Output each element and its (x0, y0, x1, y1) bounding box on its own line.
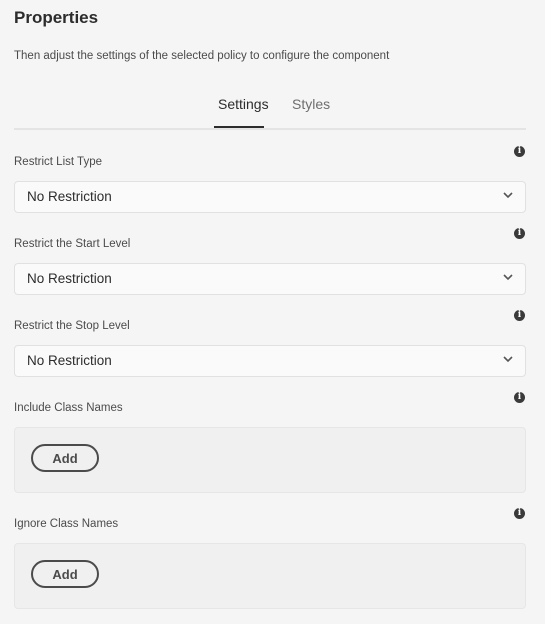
ignore-class-add-button[interactable]: Add (31, 560, 99, 588)
tab-settings[interactable]: Settings (218, 96, 269, 112)
ignore-class-label: Ignore Class Names (14, 518, 119, 530)
include-class-multifield: Add (14, 427, 526, 493)
include-class-add-button[interactable]: Add (31, 444, 99, 472)
list-type-value: No Restriction (27, 189, 112, 204)
info-icon[interactable]: i (514, 228, 525, 239)
chevron-down-icon (503, 274, 513, 281)
list-type-select[interactable]: No Restriction (14, 181, 526, 213)
start-level-label: Restrict the Start Level (14, 238, 131, 250)
chevron-down-icon (503, 356, 513, 363)
tab-bar: Settings Styles (14, 92, 526, 130)
page-description: Then adjust the settings of the selected… (14, 50, 390, 62)
page-title: Properties (14, 8, 99, 27)
stop-level-label: Restrict the Stop Level (14, 320, 130, 332)
start-level-value: No Restriction (27, 271, 112, 286)
info-icon[interactable]: i (514, 310, 525, 321)
stop-level-value: No Restriction (27, 353, 112, 368)
chevron-down-icon (503, 192, 513, 199)
tab-styles[interactable]: Styles (292, 96, 330, 112)
list-type-label: Restrict List Type (14, 156, 102, 168)
stop-level-select[interactable]: No Restriction (14, 345, 526, 377)
info-icon[interactable]: i (514, 392, 525, 403)
include-class-label: Include Class Names (14, 402, 123, 414)
active-tab-indicator (214, 126, 264, 128)
info-icon[interactable]: i (514, 508, 525, 519)
ignore-class-multifield: Add (14, 543, 526, 609)
info-icon[interactable]: i (514, 146, 525, 157)
start-level-select[interactable]: No Restriction (14, 263, 526, 295)
